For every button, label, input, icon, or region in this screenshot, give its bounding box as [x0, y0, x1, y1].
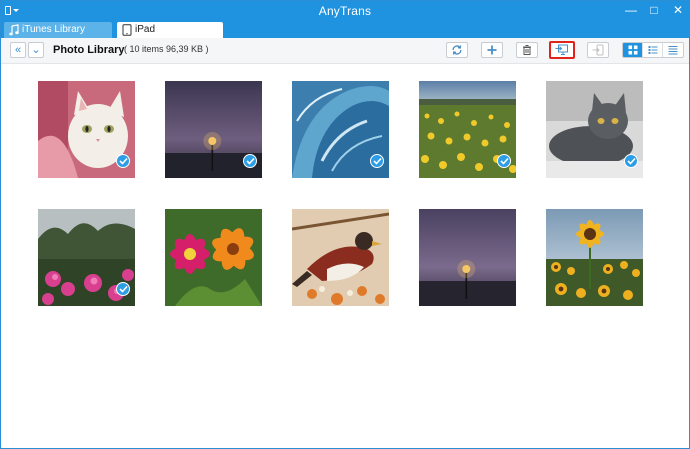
list-view-button[interactable]: [663, 43, 683, 57]
detail-list-view-button[interactable]: [643, 43, 663, 57]
photo-thumbnail[interactable]: [546, 209, 643, 306]
item-count: ( 10 items 96,39 KB ): [124, 44, 209, 54]
grid-view-icon: [628, 45, 637, 55]
close-button[interactable]: ✕: [673, 3, 683, 17]
selected-check-icon[interactable]: [624, 154, 638, 168]
photo-thumbnail[interactable]: [165, 81, 262, 178]
delete-button[interactable]: [516, 42, 538, 58]
send-to-device-icon: [592, 44, 604, 56]
photo-thumbnail[interactable]: [292, 209, 389, 306]
list-detail-icon: [648, 46, 657, 54]
send-to-computer-icon: [555, 44, 568, 55]
anytrans-window: AnyTrans — □ ✕ iTunes Library iPad « ⌄ P…: [0, 0, 690, 449]
photo-thumbnail[interactable]: [292, 81, 389, 178]
grid-view-button[interactable]: [623, 43, 643, 57]
photo-image: [292, 209, 389, 306]
photo-image: [546, 209, 643, 306]
add-icon: [487, 45, 497, 55]
page-title: Photo Library: [53, 44, 125, 56]
photo-thumbnail[interactable]: [419, 209, 516, 306]
toolbar: « ⌄ Photo Library ( 10 items 96,39 KB ): [1, 38, 689, 64]
photo-thumbnail[interactable]: [38, 209, 135, 306]
app-title: AnyTrans: [318, 4, 372, 18]
refresh-icon: [452, 45, 462, 55]
photo-thumbnail[interactable]: [546, 81, 643, 178]
ipad-icon: [122, 24, 132, 36]
send-to-device-button[interactable]: [587, 42, 609, 58]
tab-label: iPad: [135, 24, 156, 35]
list-icon: [668, 46, 678, 55]
nav-dropdown-button[interactable]: ⌄: [28, 42, 44, 58]
tab-strip: iTunes Library iPad: [1, 20, 689, 38]
back-button[interactable]: «: [10, 42, 26, 58]
tab-itunes-library[interactable]: iTunes Library: [4, 22, 112, 38]
selected-check-icon[interactable]: [370, 154, 384, 168]
selected-check-icon[interactable]: [497, 154, 511, 168]
photo-thumbnail[interactable]: [165, 209, 262, 306]
delete-icon: [523, 45, 531, 55]
photo-thumbnail[interactable]: [38, 81, 135, 178]
selected-check-icon[interactable]: [116, 282, 130, 296]
photo-image: [165, 209, 262, 306]
photo-image: [419, 209, 516, 306]
title-bar: AnyTrans — □ ✕: [1, 1, 689, 20]
maximize-button[interactable]: □: [649, 3, 659, 17]
tab-label: iTunes Library: [22, 24, 85, 35]
tab-ipad[interactable]: iPad: [117, 22, 223, 38]
selected-check-icon[interactable]: [116, 154, 130, 168]
refresh-button[interactable]: [446, 42, 468, 58]
photo-thumbnail[interactable]: [419, 81, 516, 178]
add-button[interactable]: [481, 42, 503, 58]
window-controls: — □ ✕: [625, 3, 683, 17]
view-mode-switch: [622, 42, 684, 58]
selected-check-icon[interactable]: [243, 154, 257, 168]
send-to-computer-button[interactable]: [549, 41, 575, 59]
music-note-icon: [9, 24, 19, 36]
minimize-button[interactable]: —: [625, 3, 637, 17]
